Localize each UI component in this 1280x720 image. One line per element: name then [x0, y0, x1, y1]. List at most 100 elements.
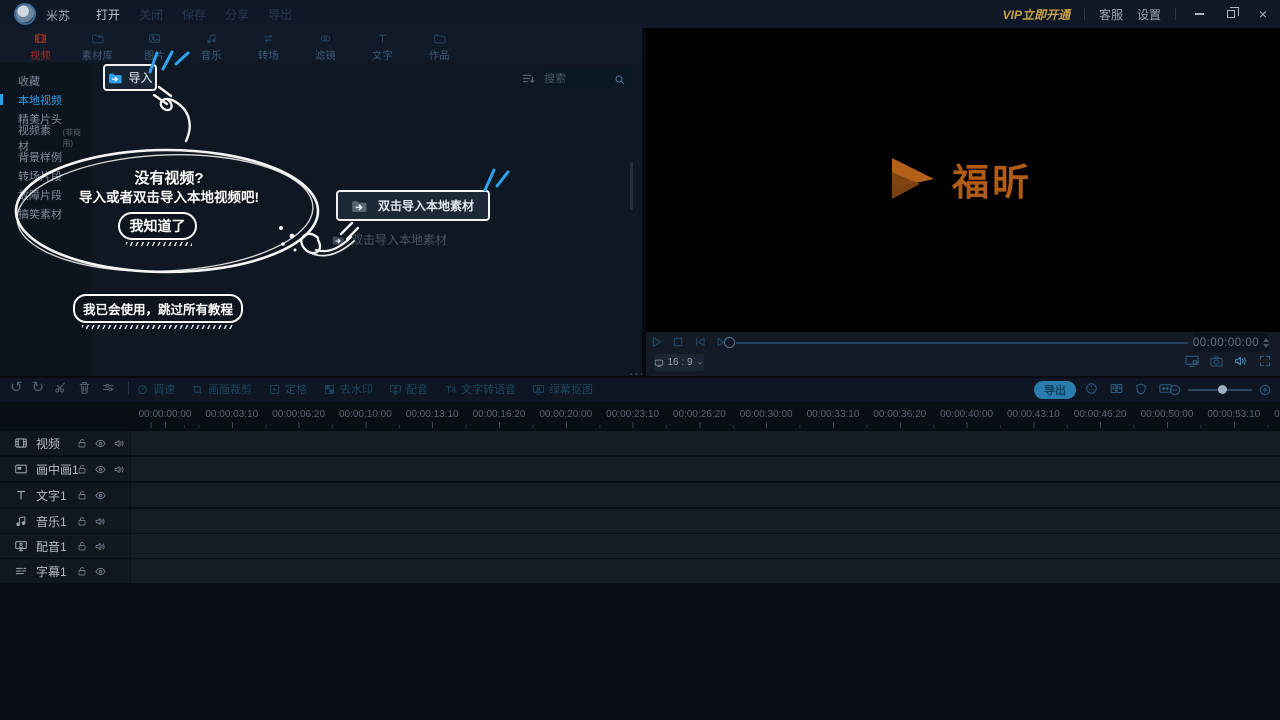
tab-transition[interactable]: 转场 — [240, 28, 297, 62]
prev-frame-icon[interactable] — [692, 334, 708, 350]
export-button[interactable]: 导出 — [1034, 381, 1076, 399]
import-folder-icon — [107, 70, 123, 86]
edit-tools: 调速 画面裁剪 定格 去水印 配音 文字转语音 绿幕抠图 — [136, 381, 593, 397]
minimize-button[interactable] — [1190, 5, 1208, 23]
search-input[interactable] — [544, 73, 613, 85]
ruler-timecode: 00:00:10:00 — [331, 409, 399, 420]
screen-record-icon[interactable] — [1184, 353, 1200, 369]
adjust-icon[interactable] — [101, 380, 116, 395]
play-icon[interactable] — [648, 334, 664, 350]
tab-library[interactable]: 素材库 — [69, 28, 126, 62]
sort-icon[interactable] — [521, 71, 536, 86]
tool-text-to-speech[interactable]: 文字转语音 — [444, 381, 516, 397]
chevron-down-icon — [696, 359, 704, 367]
track-lane[interactable] — [131, 457, 1280, 481]
transport-controls — [648, 334, 730, 350]
audio-icon[interactable] — [94, 515, 107, 528]
track-lane[interactable] — [131, 431, 1280, 455]
track-lane[interactable] — [131, 534, 1280, 558]
ruler-timecode: 00:00:20:00 — [532, 409, 600, 420]
user-avatar[interactable] — [14, 3, 36, 25]
folder-icon — [331, 233, 345, 247]
lock-icon[interactable] — [76, 437, 88, 449]
sidebar-item-local-video[interactable]: 本地视频 — [0, 90, 90, 109]
zoom-out-icon[interactable] — [1168, 383, 1182, 397]
redo-icon[interactable]: ↻ — [32, 380, 45, 395]
tool-greenscreen[interactable]: 绿幕抠图 — [532, 381, 593, 397]
track-lane[interactable] — [131, 483, 1280, 507]
tutorial-confirm-button[interactable]: 我知道了 — [118, 212, 197, 240]
track-lane[interactable] — [131, 559, 1280, 583]
close-button[interactable]: × — [1254, 5, 1272, 23]
voiceover-icon — [389, 383, 402, 396]
tab-text[interactable]: 文字 — [354, 28, 411, 62]
ruler-timecode: 00:00:23:10 — [599, 409, 667, 420]
undo-icon[interactable]: ↺ — [10, 380, 23, 395]
zoom-slider-handle[interactable] — [1218, 385, 1227, 394]
sidebar-item-video-assets[interactable]: 视频素材(非商用) — [0, 128, 90, 147]
delete-icon[interactable] — [77, 380, 92, 395]
timeline-zoom-slider[interactable] — [1188, 381, 1252, 399]
voiceover-icon — [14, 539, 28, 553]
stop-icon[interactable] — [670, 334, 686, 350]
eye-icon[interactable] — [94, 437, 107, 450]
search-icon[interactable] — [613, 73, 626, 86]
zoom-in-icon[interactable] — [1258, 383, 1272, 397]
import-button[interactable]: 导入 — [103, 64, 157, 91]
seek-handle[interactable] — [724, 337, 735, 348]
titlebar-menu: 打开 关闭 保存 分享 导出 — [96, 0, 292, 28]
maximize-icon — [1227, 10, 1235, 18]
vip-upgrade-link[interactable]: VIP立即开通 — [1003, 6, 1070, 23]
seek-bar[interactable] — [736, 342, 1188, 344]
ruler-timecode: 00:00:13:10 — [398, 409, 466, 420]
eye-icon[interactable] — [94, 463, 107, 476]
tool-voiceover[interactable]: 配音 — [389, 381, 428, 397]
transition-icon — [261, 32, 276, 45]
lock-icon[interactable] — [76, 489, 88, 501]
timeline-option-icons — [1084, 381, 1173, 396]
tool-remove-watermark[interactable]: 去水印 — [323, 381, 373, 397]
lock-icon[interactable] — [76, 540, 88, 552]
tab-music[interactable]: 音乐 — [183, 28, 240, 62]
fullscreen-icon[interactable] — [1258, 354, 1272, 368]
eye-icon[interactable] — [94, 565, 107, 578]
tab-filter[interactable]: 滤镜 — [297, 28, 354, 62]
tool-crop[interactable]: 画面裁剪 — [191, 381, 252, 397]
tool-freeze-frame[interactable]: 定格 — [268, 381, 307, 397]
greenscreen-icon — [532, 383, 545, 396]
sidebar-item-favorites[interactable]: 收藏 — [0, 71, 90, 90]
maximize-button[interactable] — [1222, 5, 1240, 23]
aspect-ratio-selector[interactable]: 16 : 9 — [654, 354, 704, 371]
tab-image[interactable]: 图片 — [126, 28, 183, 62]
audio-icon[interactable] — [113, 437, 126, 450]
menu-open[interactable]: 打开 — [96, 6, 120, 23]
lock-icon[interactable] — [76, 515, 88, 527]
guard-icon[interactable] — [1134, 382, 1148, 396]
tutorial-skip-button[interactable]: 我已会使用，跳过所有教程 — [73, 294, 243, 323]
timecode-stepper[interactable] — [1263, 338, 1269, 348]
volume-icon[interactable] — [1233, 353, 1249, 369]
settings-link[interactable]: 设置 — [1137, 6, 1161, 23]
eye-icon[interactable] — [94, 489, 107, 502]
sidebar-item-backgrounds[interactable]: 背景样例 — [0, 147, 90, 166]
tab-works[interactable]: 作品 — [411, 28, 468, 62]
lock-icon[interactable] — [76, 463, 88, 475]
storyboard-icon[interactable] — [1109, 381, 1124, 396]
audio-icon[interactable] — [113, 463, 126, 476]
search-box — [538, 68, 632, 90]
cut-icon[interactable] — [53, 380, 68, 395]
tab-video[interactable]: 视频 — [12, 28, 69, 62]
lock-icon[interactable] — [76, 565, 88, 577]
tool-speed[interactable]: 调速 — [136, 381, 175, 397]
edit-history-group: ↺ ↻ — [10, 380, 132, 395]
double-click-import-button[interactable]: 双击导入本地素材 — [336, 190, 490, 221]
audio-icon[interactable] — [94, 540, 107, 553]
snapshot-icon[interactable] — [1209, 354, 1224, 369]
ruler-timecode: 00:00:30:00 — [732, 409, 800, 420]
close-icon: × — [1259, 7, 1267, 21]
render-icon[interactable] — [1084, 381, 1099, 396]
track-lane[interactable] — [131, 509, 1280, 533]
support-link[interactable]: 客服 — [1099, 6, 1123, 23]
panel-scrollbar[interactable] — [630, 162, 633, 210]
crop-icon — [191, 383, 204, 396]
